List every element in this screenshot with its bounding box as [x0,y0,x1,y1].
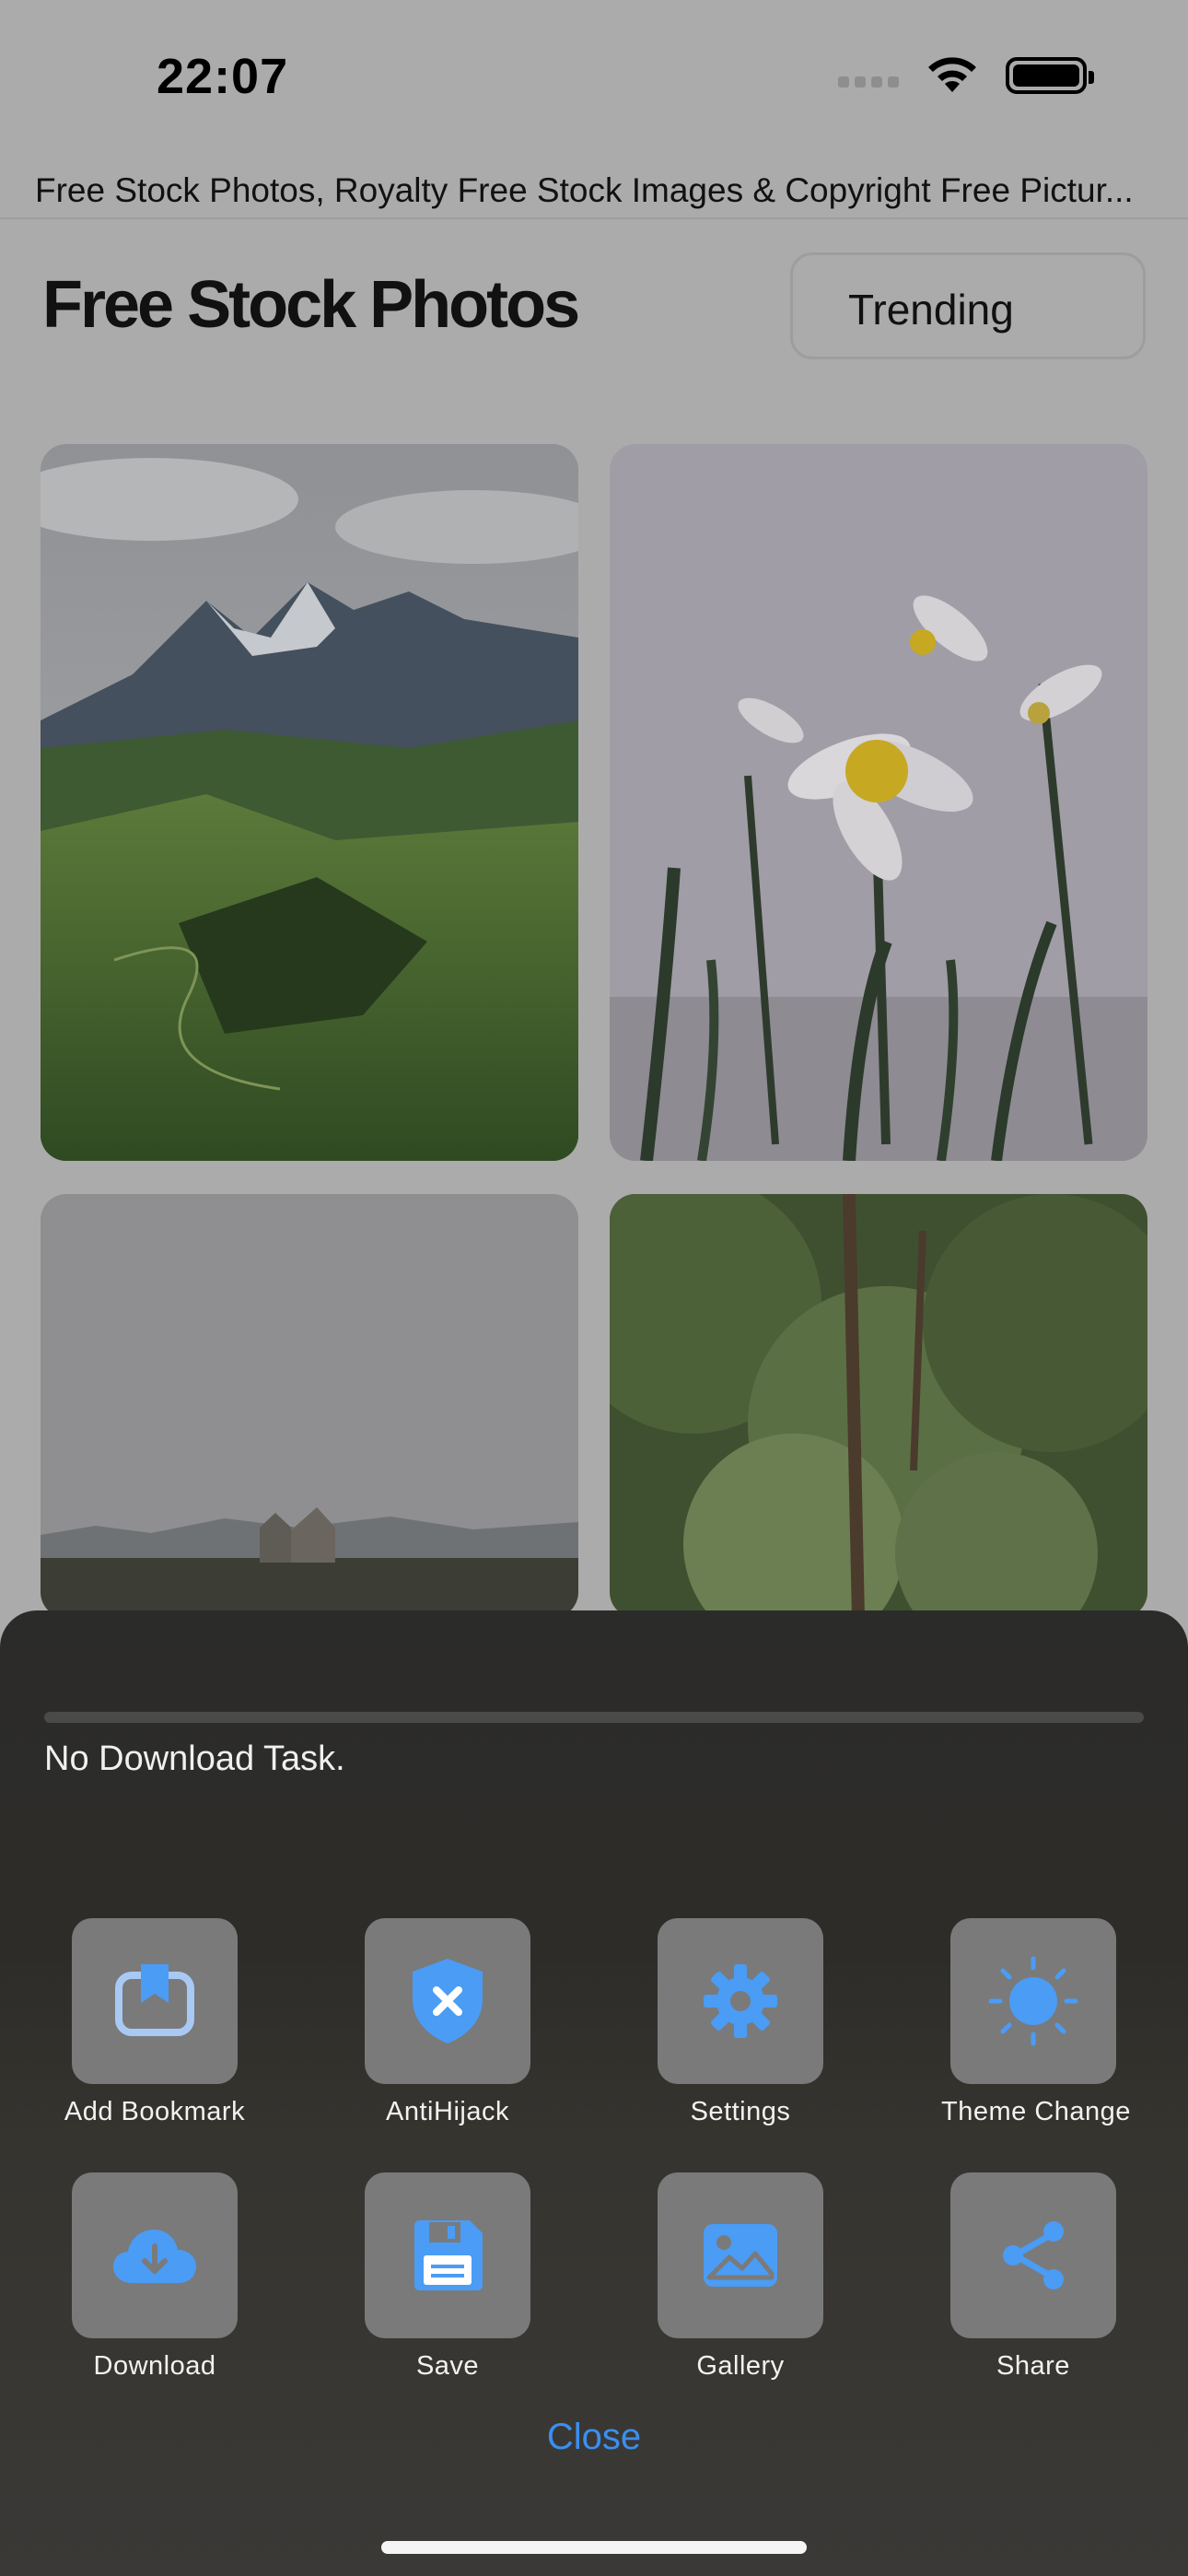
theme-change-button[interactable]: Theme Change [941,1918,1131,2127]
antihijack-label: AntiHijack [386,2097,509,2126]
add-bookmark-button[interactable]: Add Bookmark [63,1918,247,2127]
sort-select-value: Trending [848,286,1014,334]
antihijack-tile[interactable] [365,1918,530,2084]
save-button[interactable]: Save [355,2172,540,2382]
wifi-icon [928,57,976,92]
save-tile[interactable] [365,2172,530,2338]
gallery-tile[interactable] [658,2172,823,2338]
theme-change-label: Theme Change [941,2097,1131,2126]
download-progress-bar [44,1712,1144,1723]
green-trees-photo[interactable] [610,1194,1147,1618]
home-indicator[interactable] [381,2541,807,2554]
theme-change-tile[interactable] [950,1918,1116,2084]
download-button[interactable]: Download [63,2172,247,2382]
site-logo[interactable]: Free Stock Photos [42,267,580,343]
antihijack-button[interactable]: AntiHijack [355,1918,540,2127]
share-button[interactable]: Share [941,2172,1125,2382]
stone-house-landscape-photo[interactable] [41,1194,578,1618]
action-sheet: No Download Task. Add Bookmark AntiHijac… [0,1610,1188,2576]
shield-x-icon [413,1959,483,2043]
download-tile[interactable] [72,2172,238,2338]
page-title: Free Stock Photos, Royalty Free Stock Im… [35,171,1134,209]
status-bar: 22:07 [0,0,1188,166]
settings-button[interactable]: Settings [648,1918,833,2127]
browser-title-bar: Free Stock Photos, Royalty Free Stock Im… [0,166,1188,219]
gallery-label: Gallery [696,2351,785,2381]
image-icon [704,2224,777,2287]
settings-tile[interactable] [658,1918,823,2084]
share-tile[interactable] [950,2172,1116,2338]
status-icons [838,55,1094,96]
daffodil-flowers-photo[interactable] [610,444,1147,1161]
mountain-valley-photo[interactable] [41,444,578,1161]
bookmark-icon [115,1964,194,2036]
gallery-button[interactable]: Gallery [648,2172,833,2382]
cloud-download-icon [113,2230,196,2283]
add-bookmark-label: Add Bookmark [64,2097,246,2126]
download-status-text: No Download Task. [44,1739,345,1778]
share-label: Share [996,2351,1070,2381]
gear-icon [704,1964,777,2038]
settings-label: Settings [690,2097,791,2126]
share-icon [1003,2221,1064,2289]
add-bookmark-tile[interactable] [72,1918,238,2084]
sort-select[interactable]: Trending [790,252,1146,359]
download-label: Download [93,2351,216,2381]
sun-icon [988,1956,1078,2046]
battery-icon [1006,57,1094,94]
status-time: 22:07 [157,49,289,104]
close-button[interactable]: Close [0,2417,1188,2458]
save-label: Save [415,2351,480,2381]
floppy-disk-icon [414,2220,483,2290]
site-header: Free Stock Photos Trending [0,240,1188,378]
cellular-signal-icon [838,76,899,88]
